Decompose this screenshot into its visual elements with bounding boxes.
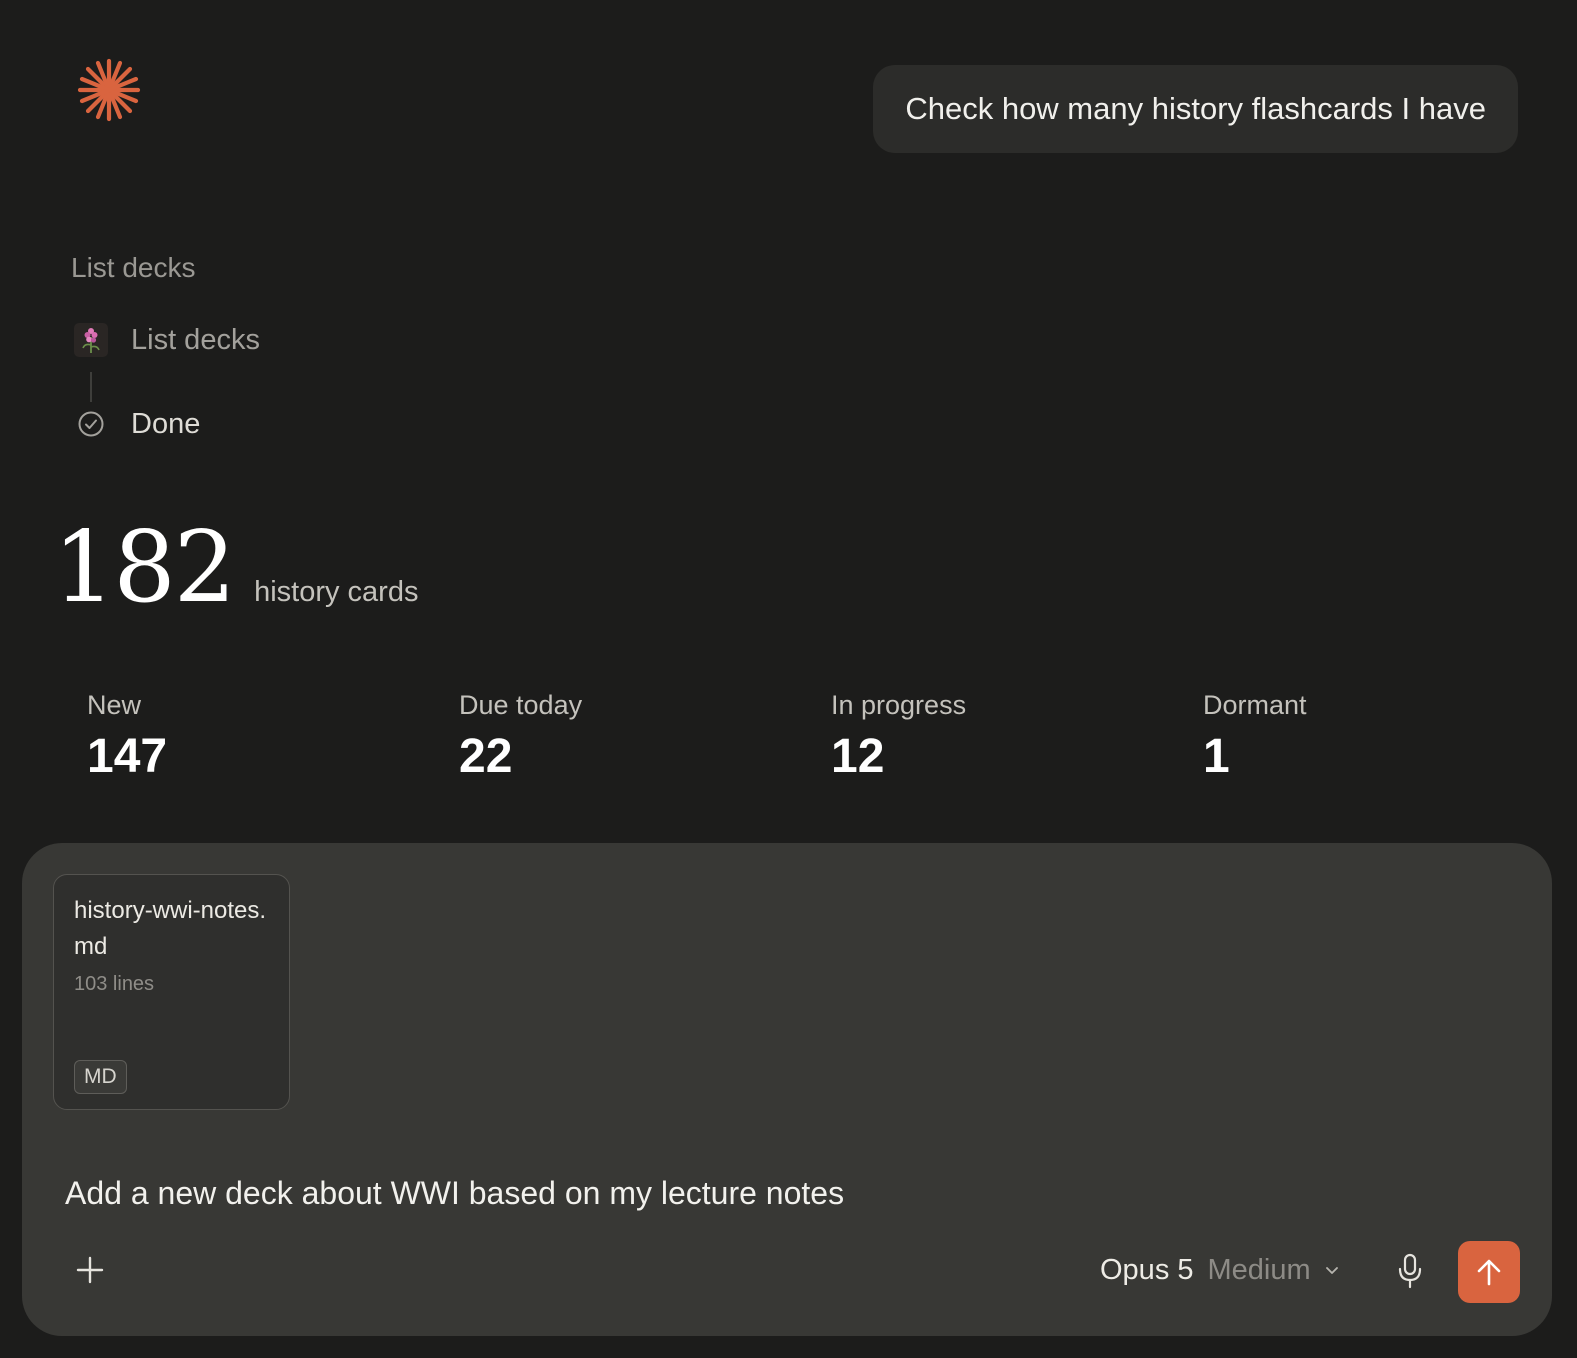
- message-input[interactable]: Add a new deck about WWI based on my lec…: [65, 1175, 1265, 1212]
- step-connector: [90, 372, 92, 402]
- stat-label: Due today: [459, 690, 583, 720]
- stat-label: Dormant: [1203, 690, 1307, 720]
- arrow-up-icon: [1477, 1259, 1501, 1286]
- tool-step-list-decks[interactable]: List decks: [74, 323, 260, 357]
- send-button[interactable]: [1458, 1241, 1520, 1303]
- stat-label: In progress: [831, 690, 967, 720]
- card-count-number: 182: [53, 511, 236, 625]
- stat-in-progress: In progress 12: [831, 690, 966, 784]
- stat-value: 12: [831, 730, 885, 783]
- voice-input-button[interactable]: [1390, 1250, 1430, 1292]
- card-count-caption: history cards: [254, 576, 419, 608]
- flower-app-icon: [74, 323, 108, 357]
- attachment-line-count: 103 lines: [74, 973, 155, 995]
- file-type-badge: MD: [74, 1060, 127, 1094]
- attachment-card[interactable]: history-wwi-notes.md 103 lines MD: [53, 874, 290, 1110]
- user-message-text: Check how many history flashcards I have: [905, 91, 1486, 126]
- tool-steps-title[interactable]: List decks: [71, 252, 196, 284]
- stat-value: 147: [87, 730, 168, 783]
- tool-step-label: List decks: [131, 323, 260, 356]
- chevron-down-icon: [1323, 1261, 1341, 1279]
- model-selector[interactable]: Opus 5 Medium: [1100, 1249, 1341, 1291]
- plus-icon: [76, 1256, 104, 1284]
- stat-new: New 147: [87, 690, 167, 784]
- user-message-bubble: Check how many history flashcards I have: [873, 65, 1518, 153]
- stat-dormant: Dormant 1: [1203, 690, 1307, 784]
- add-attachment-button[interactable]: [70, 1250, 110, 1290]
- attachment-filename: history-wwi-notes.md: [74, 897, 267, 960]
- microphone-icon: [1398, 1253, 1422, 1289]
- tool-step-done: Done: [74, 407, 200, 441]
- model-name: Opus 5: [1100, 1253, 1194, 1286]
- model-effort: Medium: [1207, 1253, 1311, 1286]
- stat-due-today: Due today 22: [459, 690, 582, 784]
- tool-step-label: Done: [131, 407, 201, 440]
- asterisk-burst-logo-icon: [76, 57, 142, 123]
- stat-value: 22: [459, 730, 513, 783]
- message-composer: history-wwi-notes.md 103 lines MD Add a …: [22, 843, 1552, 1336]
- stat-label: New: [87, 690, 142, 720]
- history-card-count: 182 history cards: [53, 511, 419, 625]
- chat-page: Check how many history flashcards I have…: [0, 0, 1577, 1358]
- stat-value: 1: [1203, 730, 1230, 783]
- check-circle-icon: [74, 407, 108, 441]
- deck-stats: New 147 Due today 22 In progress 12 Dorm…: [87, 690, 1557, 810]
